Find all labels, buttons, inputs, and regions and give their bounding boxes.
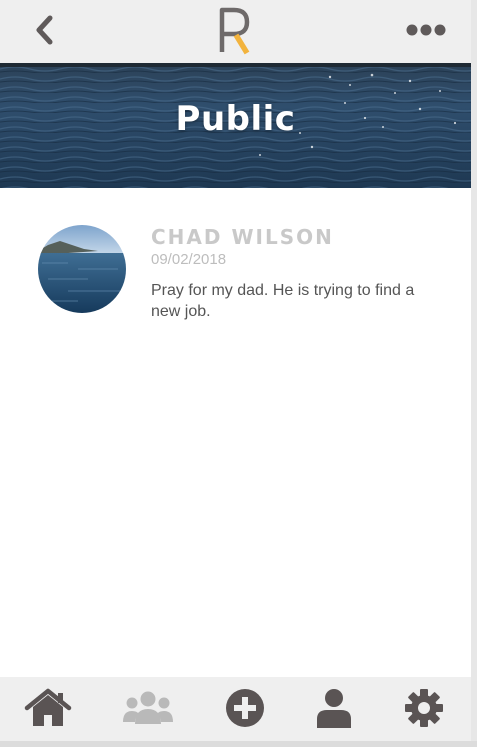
post-message: Pray for my dad. He is trying to find a … [151, 282, 415, 320]
home-icon [24, 688, 72, 726]
nav-settings-button[interactable] [398, 685, 450, 731]
bottom-edge [0, 741, 477, 747]
scrollbar-track[interactable] [471, 0, 477, 747]
nav-profile-button[interactable] [308, 685, 360, 731]
banner: Public [0, 63, 471, 188]
post-date: 09/02/2018 [151, 251, 227, 268]
top-bar [0, 0, 471, 63]
plus-circle-icon [226, 689, 264, 727]
person-icon [317, 689, 351, 728]
app-screen: Public CHAD WILSON 09/02/2018 Pray for m… [0, 0, 471, 747]
gear-icon [405, 689, 443, 727]
nav-groups-button[interactable] [122, 685, 174, 731]
nav-add-button[interactable] [219, 685, 271, 731]
avatar[interactable] [38, 225, 126, 313]
bottom-navigation [0, 677, 471, 741]
page-title: Public [175, 99, 296, 139]
post-author[interactable]: CHAD WILSON [151, 224, 441, 250]
app-logo [214, 6, 258, 56]
more-options-button[interactable] [403, 14, 449, 46]
ellipsis-icon [406, 24, 446, 36]
chevron-left-icon [36, 15, 53, 45]
nav-home-button[interactable] [22, 685, 74, 731]
post-body: CHAD WILSON 09/02/2018 Pray for my dad. … [151, 224, 441, 322]
group-icon [123, 691, 173, 724]
back-button[interactable] [28, 12, 60, 48]
